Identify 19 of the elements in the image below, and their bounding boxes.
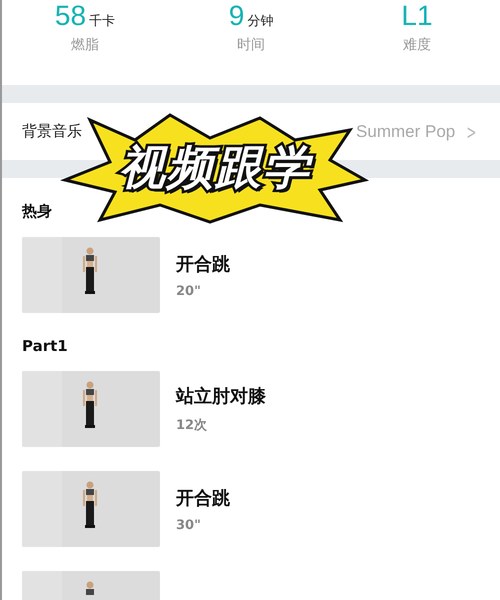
exercise-amount: 20" xyxy=(176,284,202,298)
stat-label: 难度 xyxy=(403,36,431,54)
chevron-icon: > xyxy=(466,120,477,144)
exercise-name: 开合跳 xyxy=(176,486,230,510)
stat-label: 燃脂 xyxy=(71,36,99,54)
exercise-amount: 30" xyxy=(176,518,202,532)
stat-value: L1 xyxy=(401,0,433,32)
music-value: Summer Pop xyxy=(356,122,456,142)
stat-label: 时间 xyxy=(237,36,265,54)
stat-unit: 分钟 xyxy=(247,13,274,30)
section-title: 热身 xyxy=(20,202,53,221)
stat-value: 58 xyxy=(54,0,86,32)
stat-value: 9 xyxy=(228,0,244,32)
exercise-name: 开合跳 xyxy=(176,252,230,276)
section-title: Part1 xyxy=(21,337,69,355)
exercise-amount: 12次 xyxy=(176,417,208,434)
stat-unit: 千卡 xyxy=(89,13,116,30)
exercise-name: 站立肘对膝 xyxy=(176,385,266,408)
music-label: 背景音乐 xyxy=(22,122,83,141)
